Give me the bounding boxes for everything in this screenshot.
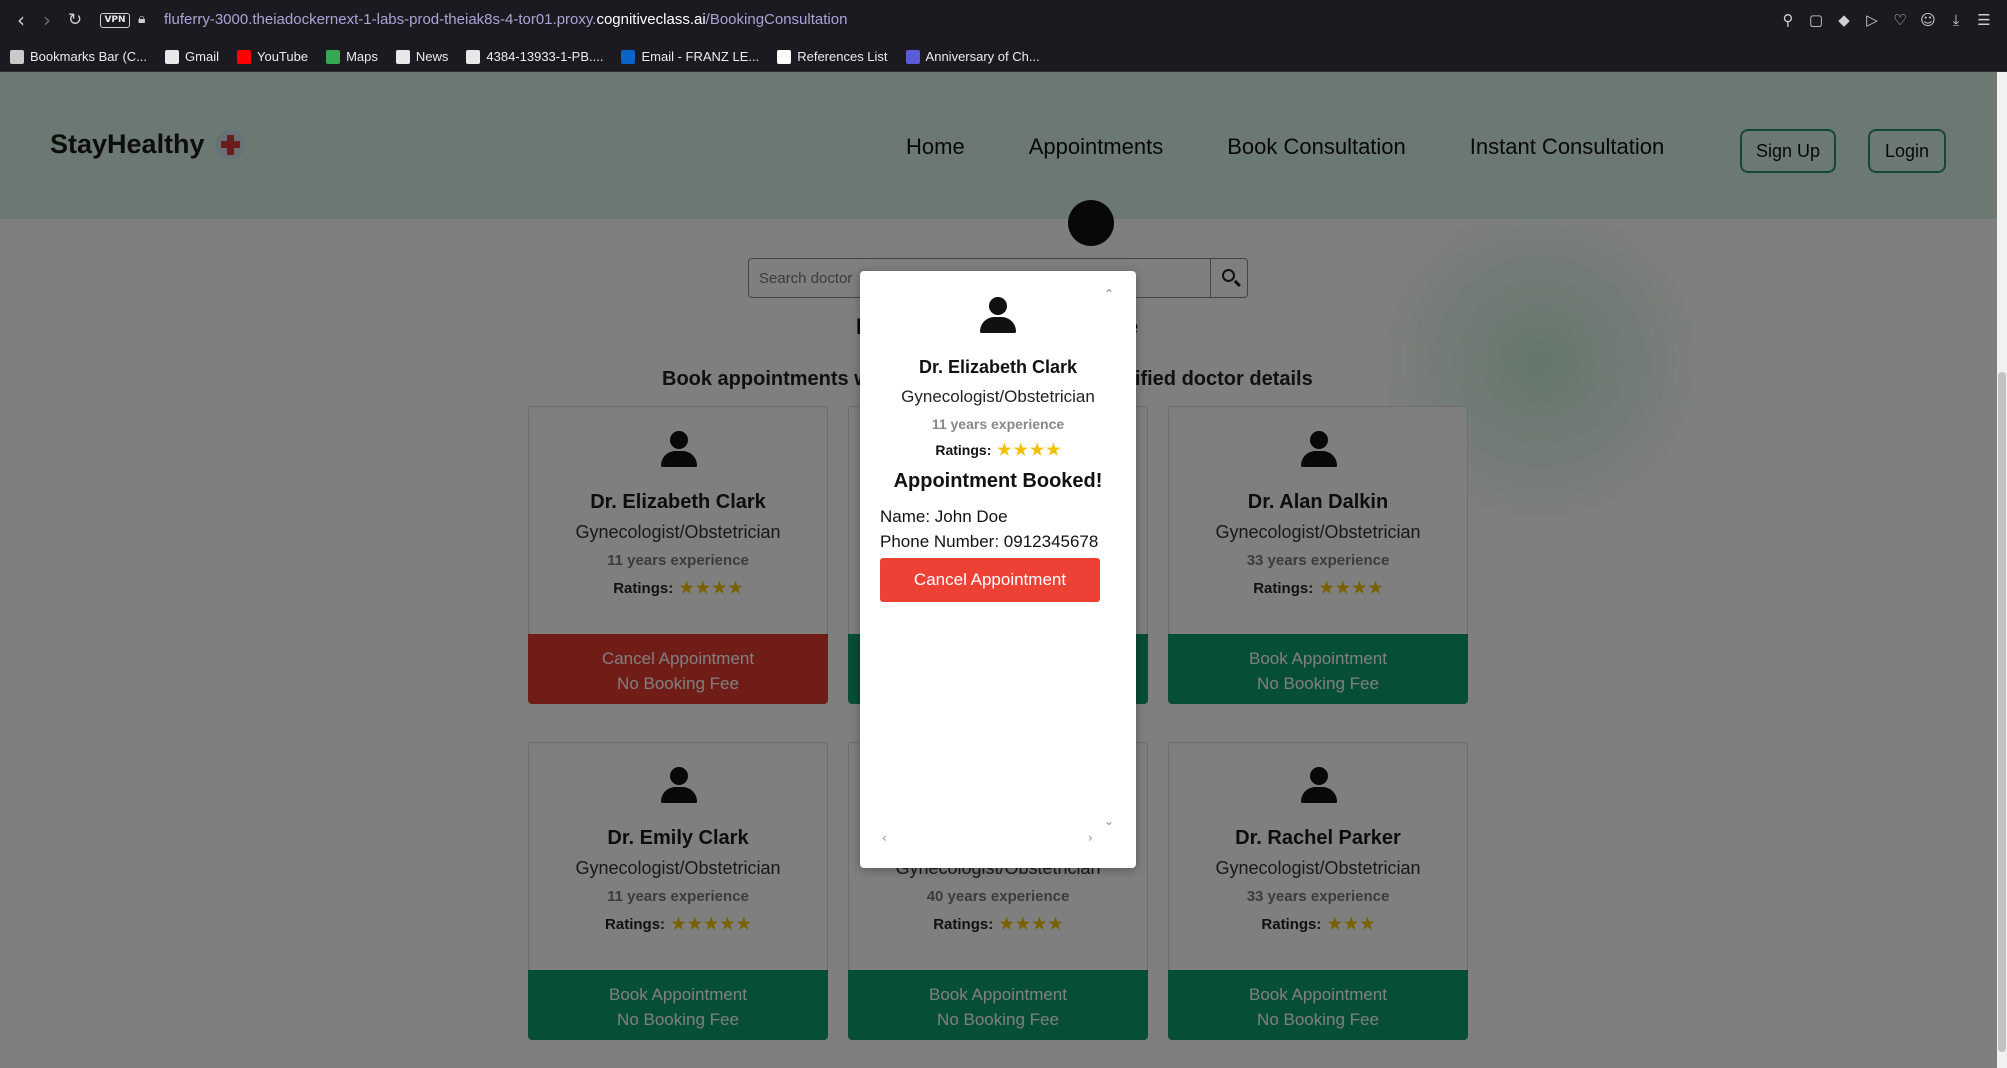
scroll-down-icon[interactable]: ⌄ [1104, 814, 1114, 828]
modal-doctor-name: Dr. Elizabeth Clark [918, 357, 1078, 377]
url-host: cognitiveclass.ai [596, 11, 706, 28]
snapshot-icon[interactable]: ▢ [1807, 10, 1825, 30]
modal-rating-stars: ★ ★ ★ ★ [995, 442, 1061, 459]
modal-ratings: Ratings: ★ ★ ★ ★ [860, 440, 1136, 460]
modal-specialty: Gynecologist/Obstetrician [901, 387, 1095, 406]
scroll-right-icon[interactable]: › [1088, 831, 1093, 845]
bookmark-item[interactable]: YouTube [236, 49, 309, 64]
appointment-modal: ⌃ Dr. Elizabeth Clark Gynecologist/Obste… [860, 271, 1136, 868]
calendar-icon [905, 49, 920, 64]
youtube-icon [236, 49, 251, 64]
bookmark-label: Bookmarks Bar (C... [30, 49, 148, 64]
bookmark-label: Anniversary of Ch... [925, 49, 1040, 64]
patient-name: Name: John Doe [880, 507, 1008, 526]
bookmark-item[interactable]: Email - FRANZ LE... [621, 49, 759, 64]
play-icon[interactable]: ▷ [1863, 10, 1881, 30]
url-path: /BookingConsultation [705, 11, 848, 28]
document-icon [165, 49, 180, 64]
document-icon [466, 49, 481, 64]
bookmark-label: 4384-13933-1-PB.... [486, 49, 604, 64]
forward-icon[interactable]: › [36, 9, 58, 31]
star-icon: ★ [1013, 442, 1028, 459]
star-icon: ★ [1046, 442, 1061, 459]
booking-status: Appointment Booked! [893, 470, 1103, 492]
heart-icon[interactable]: ♡ [1891, 10, 1909, 30]
bookmark-label: Gmail [185, 49, 219, 64]
page-viewport: StayHealthy Home Appointments Book Consu… [0, 72, 2007, 1068]
account-icon[interactable]: ☺ [1919, 10, 1937, 30]
star-icon: ★ [997, 442, 1012, 459]
bookmark-label: Maps [346, 49, 378, 64]
browser-toolbar: ‹ › ↻ VPN 🔒︎ fluferry-3000.theiadockerne… [0, 0, 2007, 42]
pin-icon[interactable]: ⚲ [1779, 10, 1797, 30]
bookmarks-bar: Bookmarks Bar (C... Gmail YouTube Maps News 4… [0, 42, 2007, 72]
bookmark-label: News [415, 49, 449, 64]
scrollbar-thumb[interactable] [1998, 372, 2006, 1052]
bookmark-item[interactable]: Anniversary of Ch... [905, 49, 1040, 64]
modal-ratings-label: Ratings: [935, 442, 992, 458]
maps-pin-icon [326, 49, 341, 64]
url-prefix: fluferry-3000.theiadockernext-1-labs-pro… [164, 11, 597, 28]
patient-phone: Phone Number: 0912345678 [880, 532, 1099, 551]
address-bar[interactable]: fluferry-3000.theiadockernext-1-labs-pro… [164, 11, 847, 28]
bookmark-label: Email - FRANZ LE... [641, 49, 760, 64]
bookmark-item[interactable]: Gmail [165, 49, 219, 64]
lock-icon[interactable]: 🔒︎ [138, 11, 145, 27]
bookmark-item[interactable]: News [395, 49, 449, 64]
outlook-icon [621, 49, 636, 64]
bookmark-item[interactable]: References List [777, 49, 888, 64]
vpn-badge[interactable]: VPN [100, 13, 130, 28]
bookmark-item[interactable]: 4384-13933-1-PB.... [466, 49, 603, 64]
scroll-left-icon[interactable]: ‹ [882, 831, 887, 845]
toolbar-icons: ⚲ ▢ ◆ ▷ ♡ ☺ ⤓ ☰ [1779, 10, 1993, 32]
download-icon[interactable]: ⤓ [1947, 10, 1965, 30]
reload-icon[interactable]: ↻ [64, 9, 86, 31]
bookmark-label: YouTube [256, 49, 309, 64]
bookmark-item[interactable]: Bookmarks Bar (C... [10, 49, 147, 64]
notion-icon [777, 49, 792, 64]
back-icon[interactable]: ‹ [10, 9, 32, 31]
folder-icon [10, 49, 24, 64]
scroll-up-icon[interactable]: ⌃ [1104, 287, 1114, 301]
menu-icon[interactable]: ☰ [1975, 10, 1993, 30]
cancel-appointment-button[interactable]: Cancel Appointment [880, 558, 1100, 602]
star-icon: ★ [1029, 442, 1045, 459]
bookmark-item[interactable]: Maps [326, 49, 378, 64]
doctor-avatar-icon [979, 297, 1017, 335]
shield-icon[interactable]: ◆ [1835, 10, 1853, 30]
bookmark-label: References List [797, 49, 888, 64]
document-icon [395, 49, 410, 64]
modal-experience: 11 years experience [931, 416, 1065, 432]
page-scrollbar[interactable] [1997, 72, 2007, 1068]
